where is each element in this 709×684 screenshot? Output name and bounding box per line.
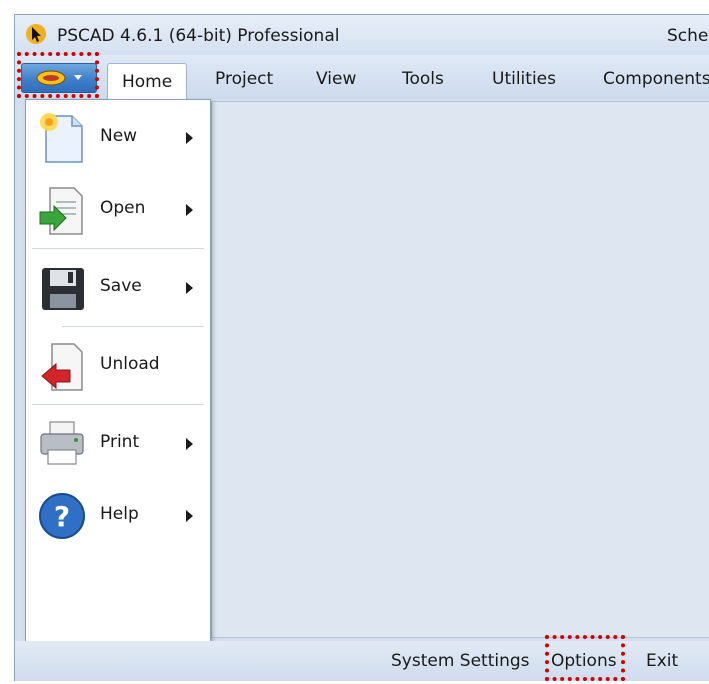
tab-home[interactable]: Home (107, 63, 188, 100)
menu-separator (32, 248, 204, 249)
application-menu: New Open Save Unload Print ? Help (25, 99, 211, 643)
menu-separator (62, 326, 204, 327)
menu-item-save[interactable]: Save (26, 252, 210, 324)
ribbon-tab-bar: Home Project View Tools Utilities Compon… (15, 55, 709, 100)
printer-icon (40, 421, 84, 465)
menu-item-save-label: Save (100, 276, 142, 296)
submenu-arrow-icon (186, 510, 193, 522)
exit-button[interactable]: Exit (646, 651, 678, 671)
pscad-window: PSCAD 4.6.1 (64-bit) Professional Sche H… (14, 14, 709, 681)
menu-item-new-label: New (100, 126, 138, 146)
menu-item-unload-label: Unload (100, 354, 160, 374)
tab-project[interactable]: Project (215, 69, 273, 89)
help-icon: ? (39, 493, 85, 539)
submenu-arrow-icon (186, 438, 193, 450)
menu-item-unload[interactable]: Unload (26, 330, 210, 402)
highlight-options-button (545, 635, 625, 681)
tab-utilities[interactable]: Utilities (492, 69, 556, 89)
window-title-clipped: Sche (667, 26, 709, 46)
svg-text:?: ? (54, 500, 70, 533)
tab-components[interactable]: Components (603, 69, 709, 89)
menu-item-print[interactable]: Print (26, 408, 210, 480)
menu-item-open[interactable]: Open (26, 174, 210, 246)
menu-item-help-label: Help (100, 504, 139, 524)
highlight-application-button (17, 52, 99, 98)
new-document-icon (40, 113, 83, 163)
open-document-icon (39, 187, 83, 235)
window-title: PSCAD 4.6.1 (64-bit) Professional (57, 26, 340, 46)
submenu-arrow-icon (186, 132, 193, 144)
floppy-disk-icon (42, 268, 84, 310)
menu-item-print-label: Print (100, 432, 140, 452)
workspace-canvas (211, 101, 709, 638)
system-settings-button[interactable]: System Settings (391, 651, 530, 671)
menu-item-open-label: Open (100, 198, 146, 218)
tab-view[interactable]: View (316, 69, 356, 89)
menu-separator (32, 404, 204, 405)
submenu-arrow-icon (186, 204, 193, 216)
pscad-cursor-icon (26, 24, 46, 44)
title-bar: PSCAD 4.6.1 (64-bit) Professional Sche (15, 15, 709, 55)
menu-item-new[interactable]: New (26, 102, 210, 174)
unload-icon (41, 343, 83, 391)
menu-item-help[interactable]: ? Help (26, 480, 210, 552)
submenu-arrow-icon (186, 282, 193, 294)
tab-tools[interactable]: Tools (402, 69, 444, 89)
